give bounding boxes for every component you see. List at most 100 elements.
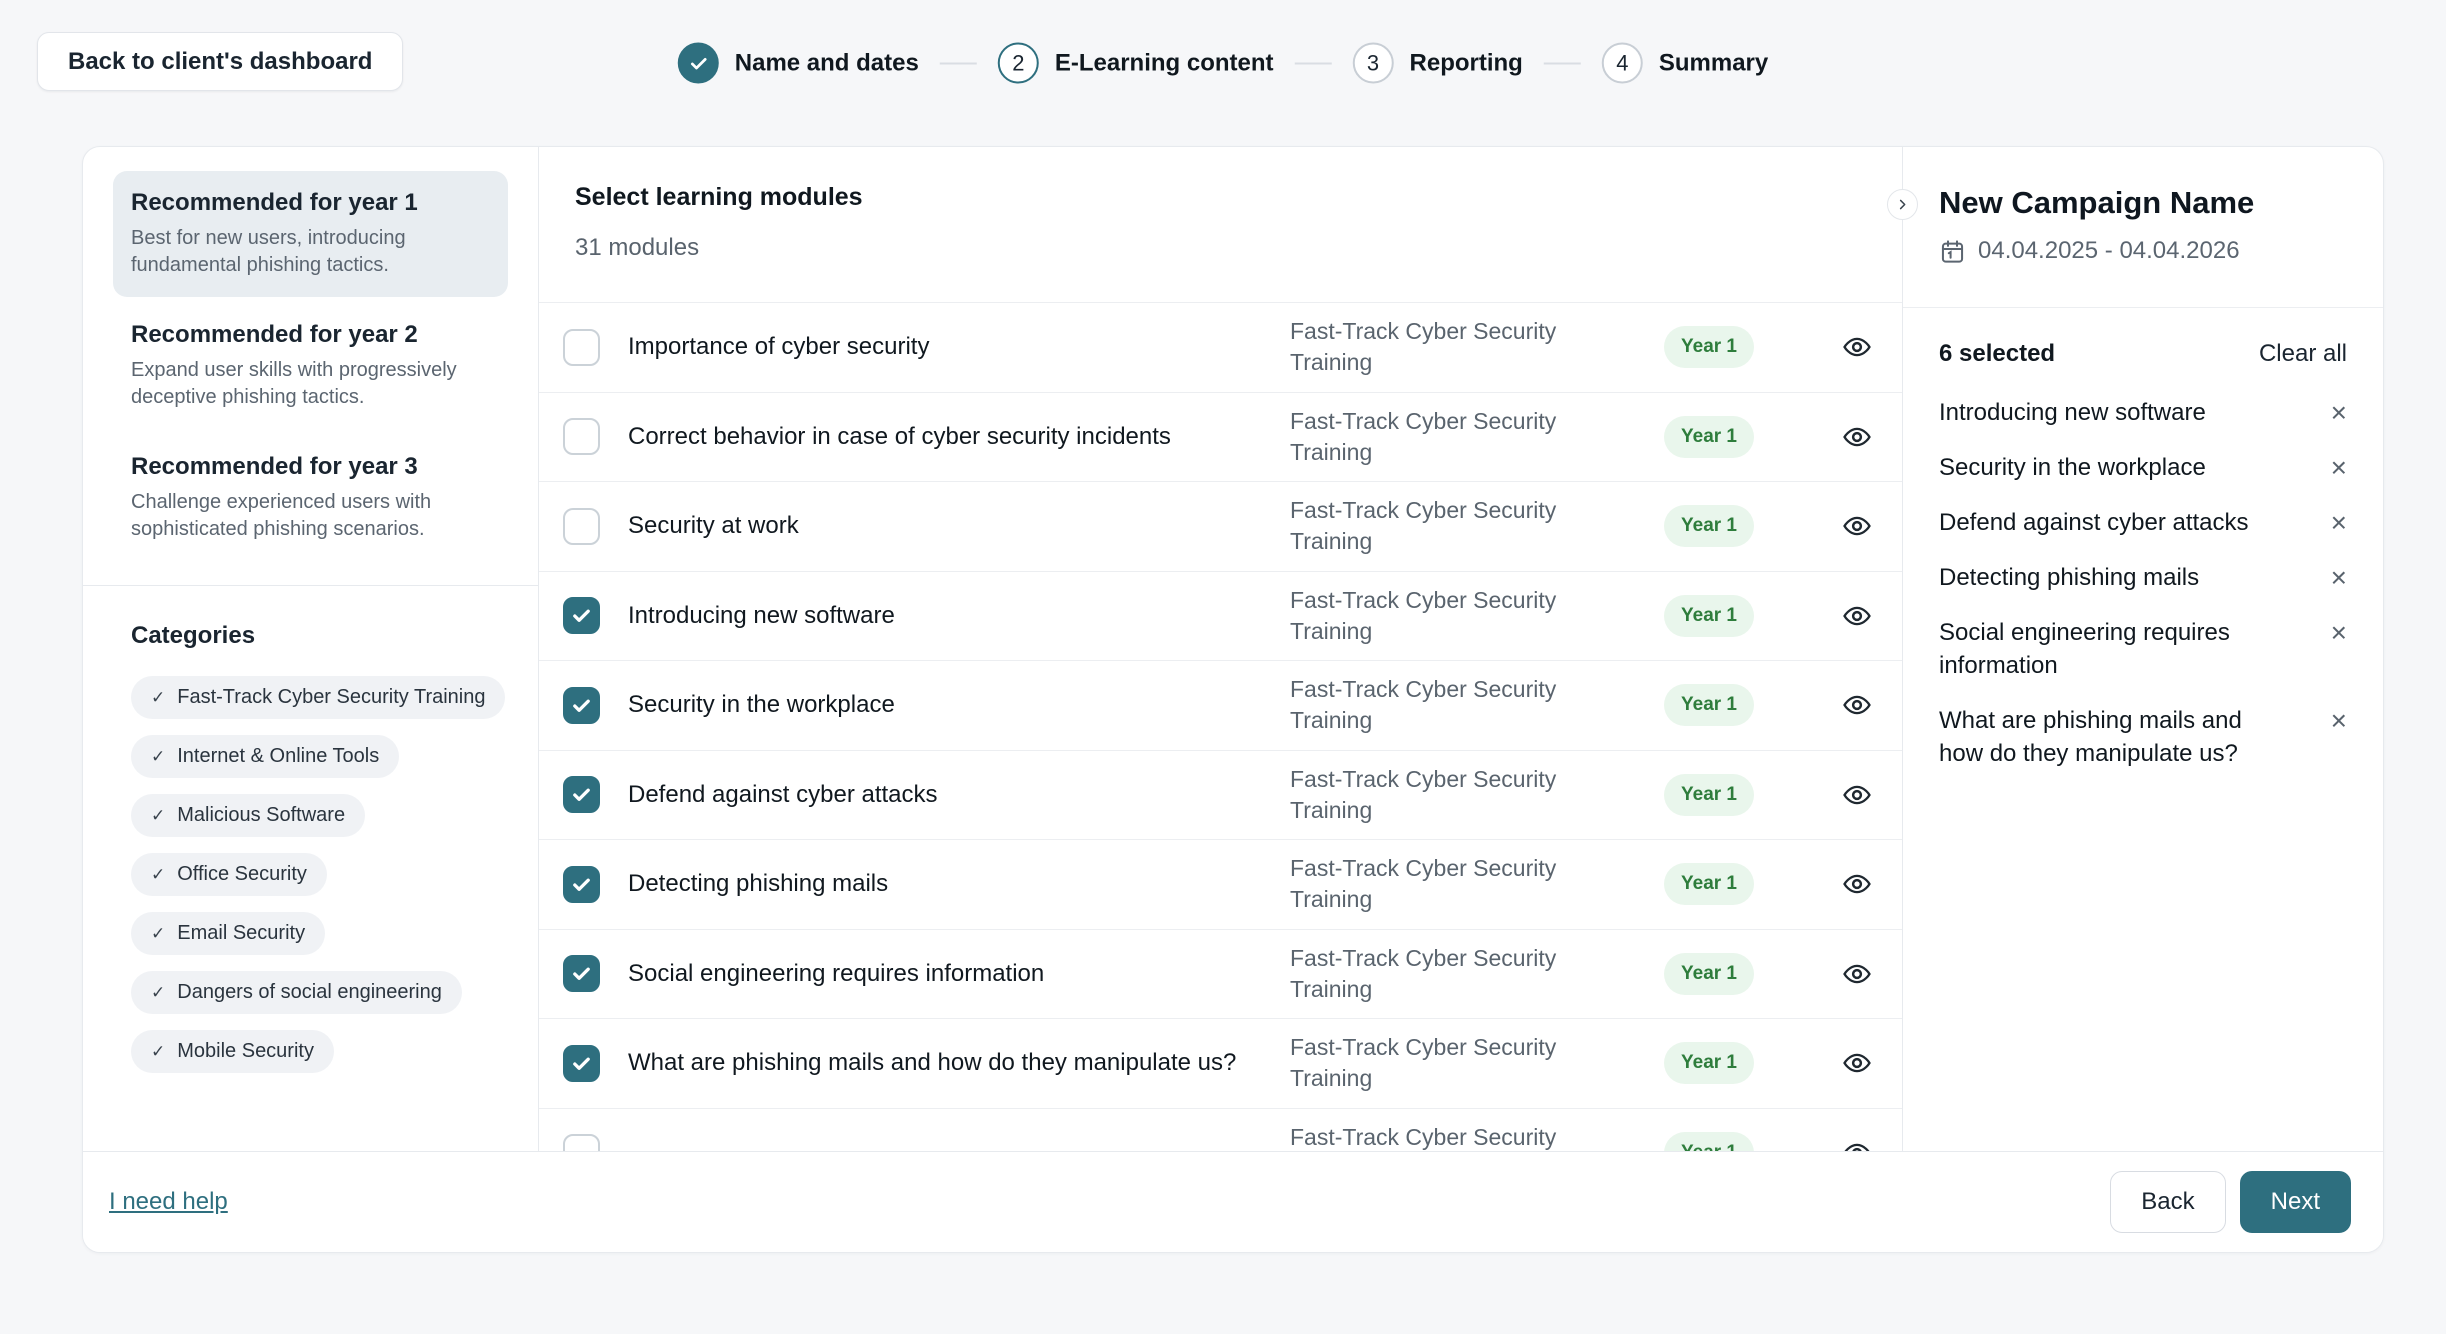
- category-chip-label: Malicious Software: [177, 804, 345, 827]
- recommendation-item[interactable]: Recommended for year 2 Expand user skill…: [113, 303, 508, 429]
- remove-icon[interactable]: ×: [2331, 619, 2347, 647]
- module-row[interactable]: What are phishing mails and how do they …: [539, 1019, 1902, 1109]
- remove-icon[interactable]: ×: [2331, 707, 2347, 735]
- eye-icon[interactable]: [1842, 869, 1872, 899]
- check-icon: ✓: [151, 983, 165, 1003]
- module-row[interactable]: Correct behavior in case of cyber securi…: [539, 393, 1902, 483]
- recommendation-description: Challenge experienced users with sophist…: [131, 489, 490, 543]
- module-checkbox[interactable]: [563, 1134, 600, 1151]
- eye-icon[interactable]: [1842, 332, 1872, 362]
- step-circle: 2: [998, 43, 1039, 84]
- category-chip[interactable]: ✓ Dangers of social engineering: [131, 971, 462, 1014]
- module-checkbox[interactable]: [563, 1045, 600, 1082]
- module-training-name: Fast-Track Cyber Security Training: [1290, 1122, 1640, 1151]
- footer-actions: Back Next: [2110, 1171, 2351, 1233]
- remove-icon[interactable]: ×: [2331, 509, 2347, 537]
- eye-icon[interactable]: [1842, 780, 1872, 810]
- year-badge: Year 1: [1664, 326, 1754, 368]
- recommendation-title: Recommended for year 3: [131, 453, 490, 481]
- collapse-panel-button[interactable]: [1887, 189, 1918, 220]
- wizard-stepper: 1 Name and dates 2 E-Learning content 3: [678, 43, 1768, 84]
- category-chip[interactable]: ✓ Office Security: [131, 853, 327, 896]
- category-chip-label: Fast-Track Cyber Security Training: [177, 686, 485, 709]
- stepper-step[interactable]: 1 Name and dates: [678, 43, 998, 84]
- module-row[interactable]: Importance of cyber security Fast-Track …: [539, 303, 1902, 393]
- step-connector: [1295, 62, 1332, 64]
- step-label: Summary: [1659, 49, 1768, 77]
- step-number: 4: [1616, 50, 1628, 76]
- eye-icon[interactable]: [1842, 511, 1872, 541]
- eye-icon[interactable]: [1842, 422, 1872, 452]
- remove-icon[interactable]: ×: [2331, 564, 2347, 592]
- module-list-header: Select learning modules 31 modules: [539, 147, 1902, 303]
- selected-module-label: What are phishing mails and how do they …: [1939, 704, 2274, 770]
- module-checkbox[interactable]: [563, 866, 600, 903]
- year-badge: Year 1: [1664, 774, 1754, 816]
- module-row[interactable]: Security at work Fast-Track Cyber Securi…: [539, 482, 1902, 572]
- module-checkbox[interactable]: [563, 687, 600, 724]
- help-link[interactable]: I need help: [109, 1188, 228, 1216]
- module-name: Social engineering requires information: [628, 960, 1262, 988]
- step-circle: 1: [678, 43, 719, 84]
- module-training-name: Fast-Track Cyber Security Training: [1290, 1032, 1640, 1094]
- next-button[interactable]: Next: [2240, 1171, 2351, 1233]
- module-name: Correct behavior in case of cyber securi…: [628, 423, 1262, 451]
- module-row[interactable]: Detecting phishing mails Fast-Track Cybe…: [539, 840, 1902, 930]
- step-circle: 3: [1353, 43, 1394, 84]
- category-chip[interactable]: ✓ Malicious Software: [131, 794, 365, 837]
- module-training-name: Fast-Track Cyber Security Training: [1290, 316, 1640, 378]
- check-icon: [570, 694, 593, 717]
- wizard-footer: I need help Back Next: [83, 1151, 2383, 1252]
- module-training-name: Fast-Track Cyber Security Training: [1290, 674, 1640, 736]
- eye-icon[interactable]: [1842, 601, 1872, 631]
- category-chip[interactable]: ✓ Internet & Online Tools: [131, 735, 399, 778]
- stepper-step[interactable]: 2 E-Learning content: [998, 43, 1353, 84]
- recommendation-item[interactable]: Recommended for year 3 Challenge experie…: [113, 435, 508, 561]
- year-badge: Year 1: [1664, 863, 1754, 905]
- module-checkbox[interactable]: [563, 418, 600, 455]
- check-icon: [570, 783, 593, 806]
- eye-icon[interactable]: [1842, 1138, 1872, 1151]
- year-badge: Year 1: [1664, 416, 1754, 458]
- back-button[interactable]: Back: [2110, 1171, 2225, 1233]
- selected-module-label: Introducing new software: [1939, 396, 2206, 429]
- module-row[interactable]: Fast-Track Cyber Security Training Year …: [539, 1109, 1902, 1152]
- module-checkbox[interactable]: [563, 329, 600, 366]
- module-row[interactable]: Social engineering requires information …: [539, 930, 1902, 1020]
- category-chip[interactable]: ✓ Email Security: [131, 912, 325, 955]
- recommendation-list: Recommended for year 1 Best for new user…: [113, 171, 508, 561]
- step-label: Name and dates: [735, 49, 919, 77]
- recommendation-description: Expand user skills with progressively de…: [131, 357, 490, 411]
- year-badge: Year 1: [1664, 684, 1754, 726]
- clear-all-button[interactable]: Clear all: [2259, 340, 2347, 368]
- chevron-right-icon: [1895, 197, 1910, 212]
- module-row[interactable]: Security in the workplace Fast-Track Cyb…: [539, 661, 1902, 751]
- stepper-step[interactable]: 4 Summary: [1602, 43, 1768, 84]
- module-training-name: Fast-Track Cyber Security Training: [1290, 585, 1640, 647]
- module-checkbox[interactable]: [563, 508, 600, 545]
- stepper-step[interactable]: 3 Reporting: [1353, 43, 1602, 84]
- step-number: 3: [1367, 50, 1379, 76]
- year-badge: Year 1: [1664, 1132, 1754, 1151]
- eye-icon[interactable]: [1842, 1048, 1872, 1078]
- category-chip-label: Dangers of social engineering: [177, 981, 442, 1004]
- module-name: Importance of cyber security: [628, 333, 1262, 361]
- remove-icon[interactable]: ×: [2331, 399, 2347, 427]
- module-checkbox[interactable]: [563, 597, 600, 634]
- module-row[interactable]: Introducing new software Fast-Track Cybe…: [539, 572, 1902, 662]
- category-chip[interactable]: ✓ Mobile Security: [131, 1030, 334, 1073]
- back-to-dashboard-button[interactable]: Back to client's dashboard: [37, 32, 403, 91]
- module-row[interactable]: Defend against cyber attacks Fast-Track …: [539, 751, 1902, 841]
- eye-icon[interactable]: [1842, 690, 1872, 720]
- module-checkbox[interactable]: [563, 955, 600, 992]
- recommendation-item[interactable]: Recommended for year 1 Best for new user…: [113, 171, 508, 297]
- check-icon: [570, 873, 593, 896]
- year-badge: Year 1: [1664, 505, 1754, 547]
- selected-module-item: Detecting phishing mails ×: [1939, 561, 2347, 594]
- category-chip[interactable]: ✓ Fast-Track Cyber Security Training: [131, 676, 505, 719]
- module-checkbox[interactable]: [563, 776, 600, 813]
- year-badge: Year 1: [1664, 595, 1754, 637]
- module-name: Security in the workplace: [628, 691, 1262, 719]
- eye-icon[interactable]: [1842, 959, 1872, 989]
- remove-icon[interactable]: ×: [2331, 454, 2347, 482]
